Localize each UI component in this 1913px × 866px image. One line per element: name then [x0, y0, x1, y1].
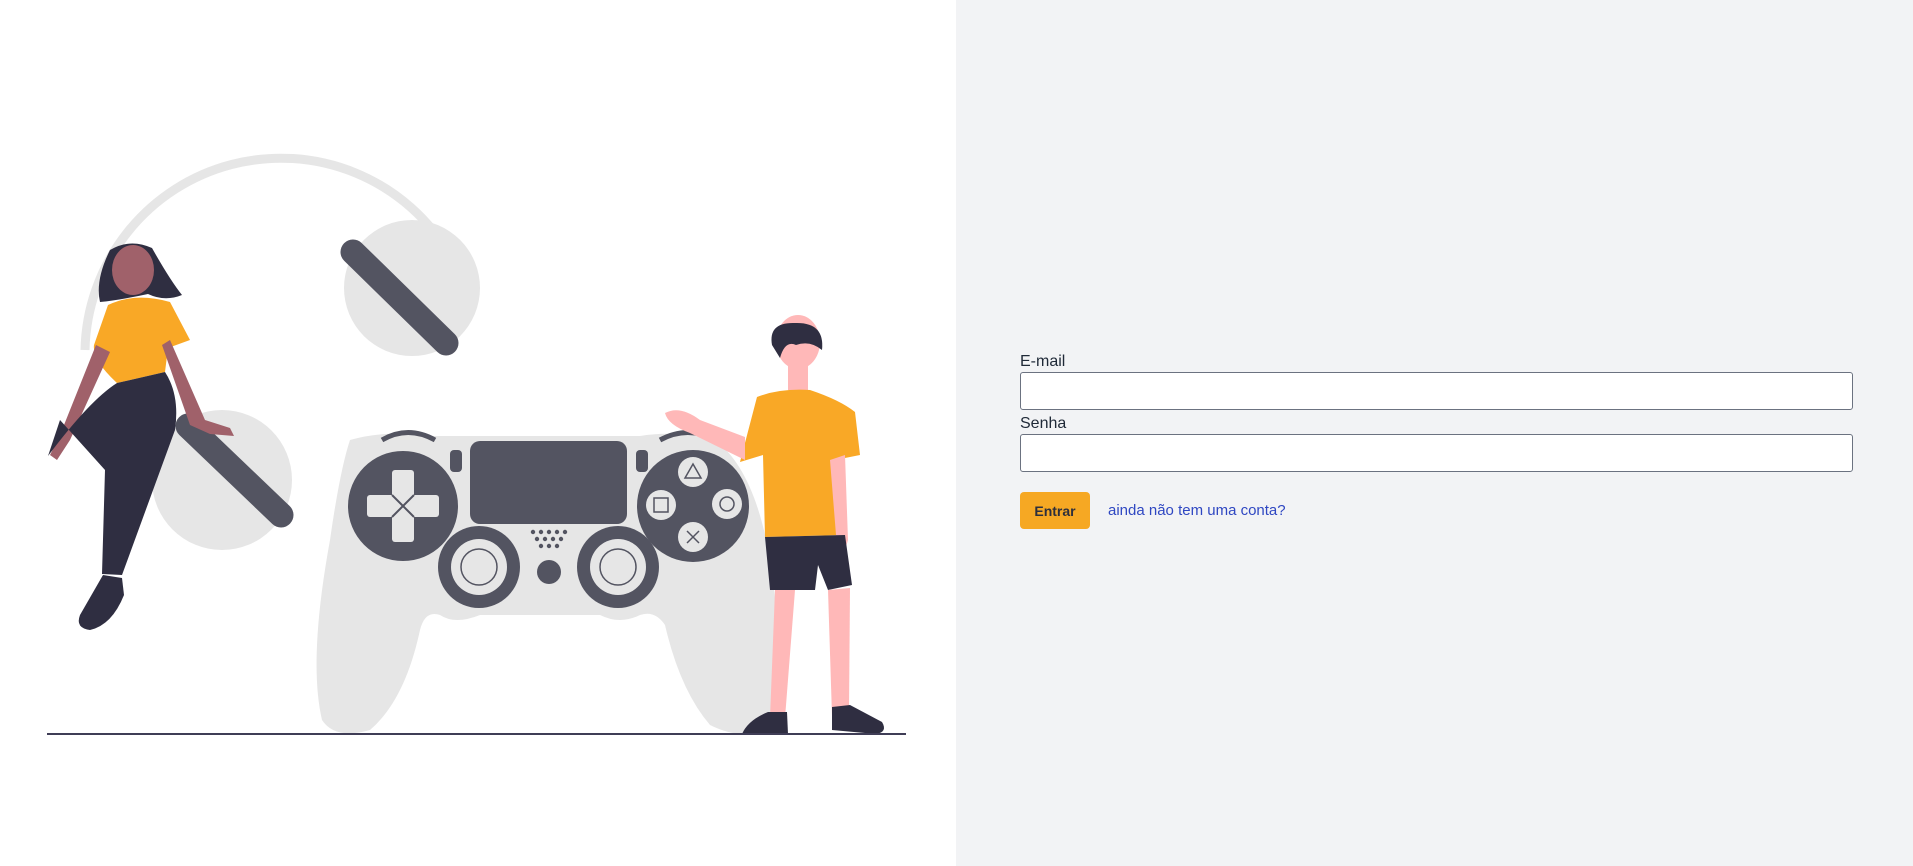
- illustration-panel: [0, 0, 956, 866]
- password-input[interactable]: [1020, 434, 1853, 472]
- controller: [316, 430, 779, 734]
- login-form: E-mail Senha Entrar ainda não tem uma co…: [1020, 352, 1853, 529]
- login-panel: E-mail Senha Entrar ainda não tem uma co…: [956, 0, 1913, 866]
- touchpad: [470, 441, 627, 524]
- login-button[interactable]: Entrar: [1020, 492, 1090, 529]
- login-page: E-mail Senha Entrar ainda não tem uma co…: [0, 0, 1913, 866]
- email-input[interactable]: [1020, 372, 1853, 410]
- form-actions: Entrar ainda não tem uma conta?: [1020, 492, 1853, 529]
- ps-button: [537, 560, 561, 584]
- signup-link[interactable]: ainda não tem uma conta?: [1108, 502, 1286, 519]
- password-label: Senha: [1020, 415, 1067, 432]
- headphone-cup-top: [344, 220, 480, 356]
- email-label: E-mail: [1020, 353, 1066, 370]
- gamepad-illustration: [47, 153, 906, 735]
